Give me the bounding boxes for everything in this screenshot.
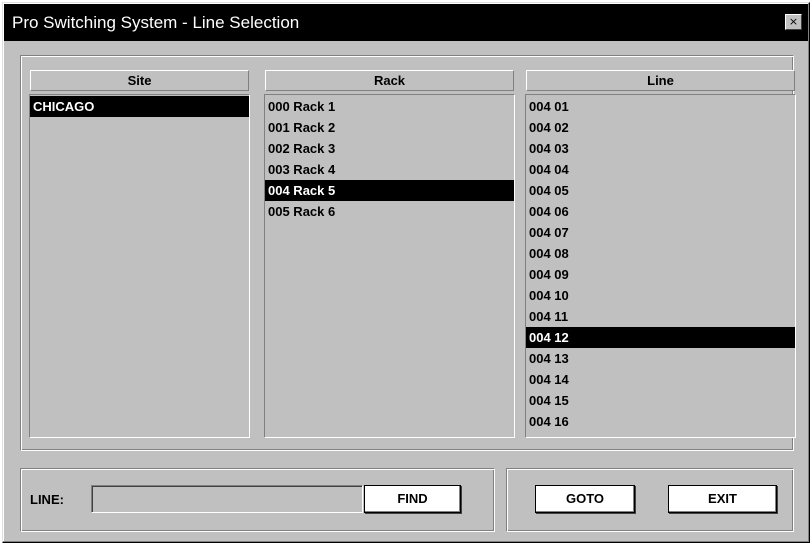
find-button[interactable]: FIND bbox=[364, 485, 461, 513]
list-item[interactable]: 004 11 bbox=[526, 306, 795, 327]
list-item[interactable]: 004 06 bbox=[526, 201, 795, 222]
list-item[interactable]: 004 02 bbox=[526, 117, 795, 138]
navigation-group: GOTO EXIT bbox=[506, 468, 794, 532]
list-item[interactable]: 003 Rack 4 bbox=[265, 159, 514, 180]
exit-button[interactable]: EXIT bbox=[668, 485, 777, 513]
list-item[interactable]: 004 14 bbox=[526, 369, 795, 390]
line-input[interactable] bbox=[91, 485, 363, 513]
close-button[interactable]: × bbox=[785, 14, 802, 30]
line-listbox[interactable]: 004 01 004 02 004 03 004 04 004 05 004 06 004 … bbox=[525, 94, 796, 438]
rack-column-header[interactable]: Rack bbox=[265, 70, 514, 91]
list-item[interactable]: 002 Rack 3 bbox=[265, 138, 514, 159]
line-selection-window: Pro Switching System - Line Selection × … bbox=[2, 2, 810, 543]
list-item[interactable]: 004 09 bbox=[526, 264, 795, 285]
find-group: LINE: FIND bbox=[20, 468, 495, 532]
list-item[interactable]: CHICAGO bbox=[30, 96, 249, 117]
close-icon: × bbox=[788, 15, 799, 28]
title-bar[interactable]: Pro Switching System - Line Selection × bbox=[4, 4, 808, 41]
line-column-header[interactable]: Line bbox=[526, 70, 795, 91]
list-item[interactable]: 004 04 bbox=[526, 159, 795, 180]
list-item[interactable]: 004 13 bbox=[526, 348, 795, 369]
list-item[interactable]: 005 Rack 6 bbox=[265, 201, 514, 222]
site-listbox[interactable]: CHICAGO bbox=[29, 94, 250, 438]
site-column-header[interactable]: Site bbox=[30, 70, 249, 91]
list-item[interactable]: 004 03 bbox=[526, 138, 795, 159]
list-item[interactable]: 001 Rack 2 bbox=[265, 117, 514, 138]
list-item[interactable]: 000 Rack 1 bbox=[265, 96, 514, 117]
list-item[interactable]: 004 05 bbox=[526, 180, 795, 201]
line-label: LINE: bbox=[30, 492, 64, 507]
window-title: Pro Switching System - Line Selection bbox=[12, 13, 300, 32]
list-item[interactable]: 004 08 bbox=[526, 243, 795, 264]
list-item[interactable]: 004 12 bbox=[526, 327, 795, 348]
list-item[interactable]: 004 01 bbox=[526, 96, 795, 117]
goto-button[interactable]: GOTO bbox=[535, 485, 635, 513]
list-item[interactable]: 004 16 bbox=[526, 411, 795, 432]
list-item[interactable]: 004 07 bbox=[526, 222, 795, 243]
list-item[interactable]: 004 15 bbox=[526, 390, 795, 411]
list-item[interactable]: 004 Rack 5 bbox=[265, 180, 514, 201]
rack-listbox[interactable]: 000 Rack 1 001 Rack 2 002 Rack 3 003 Rack 4… bbox=[264, 94, 515, 438]
list-item[interactable]: 004 10 bbox=[526, 285, 795, 306]
